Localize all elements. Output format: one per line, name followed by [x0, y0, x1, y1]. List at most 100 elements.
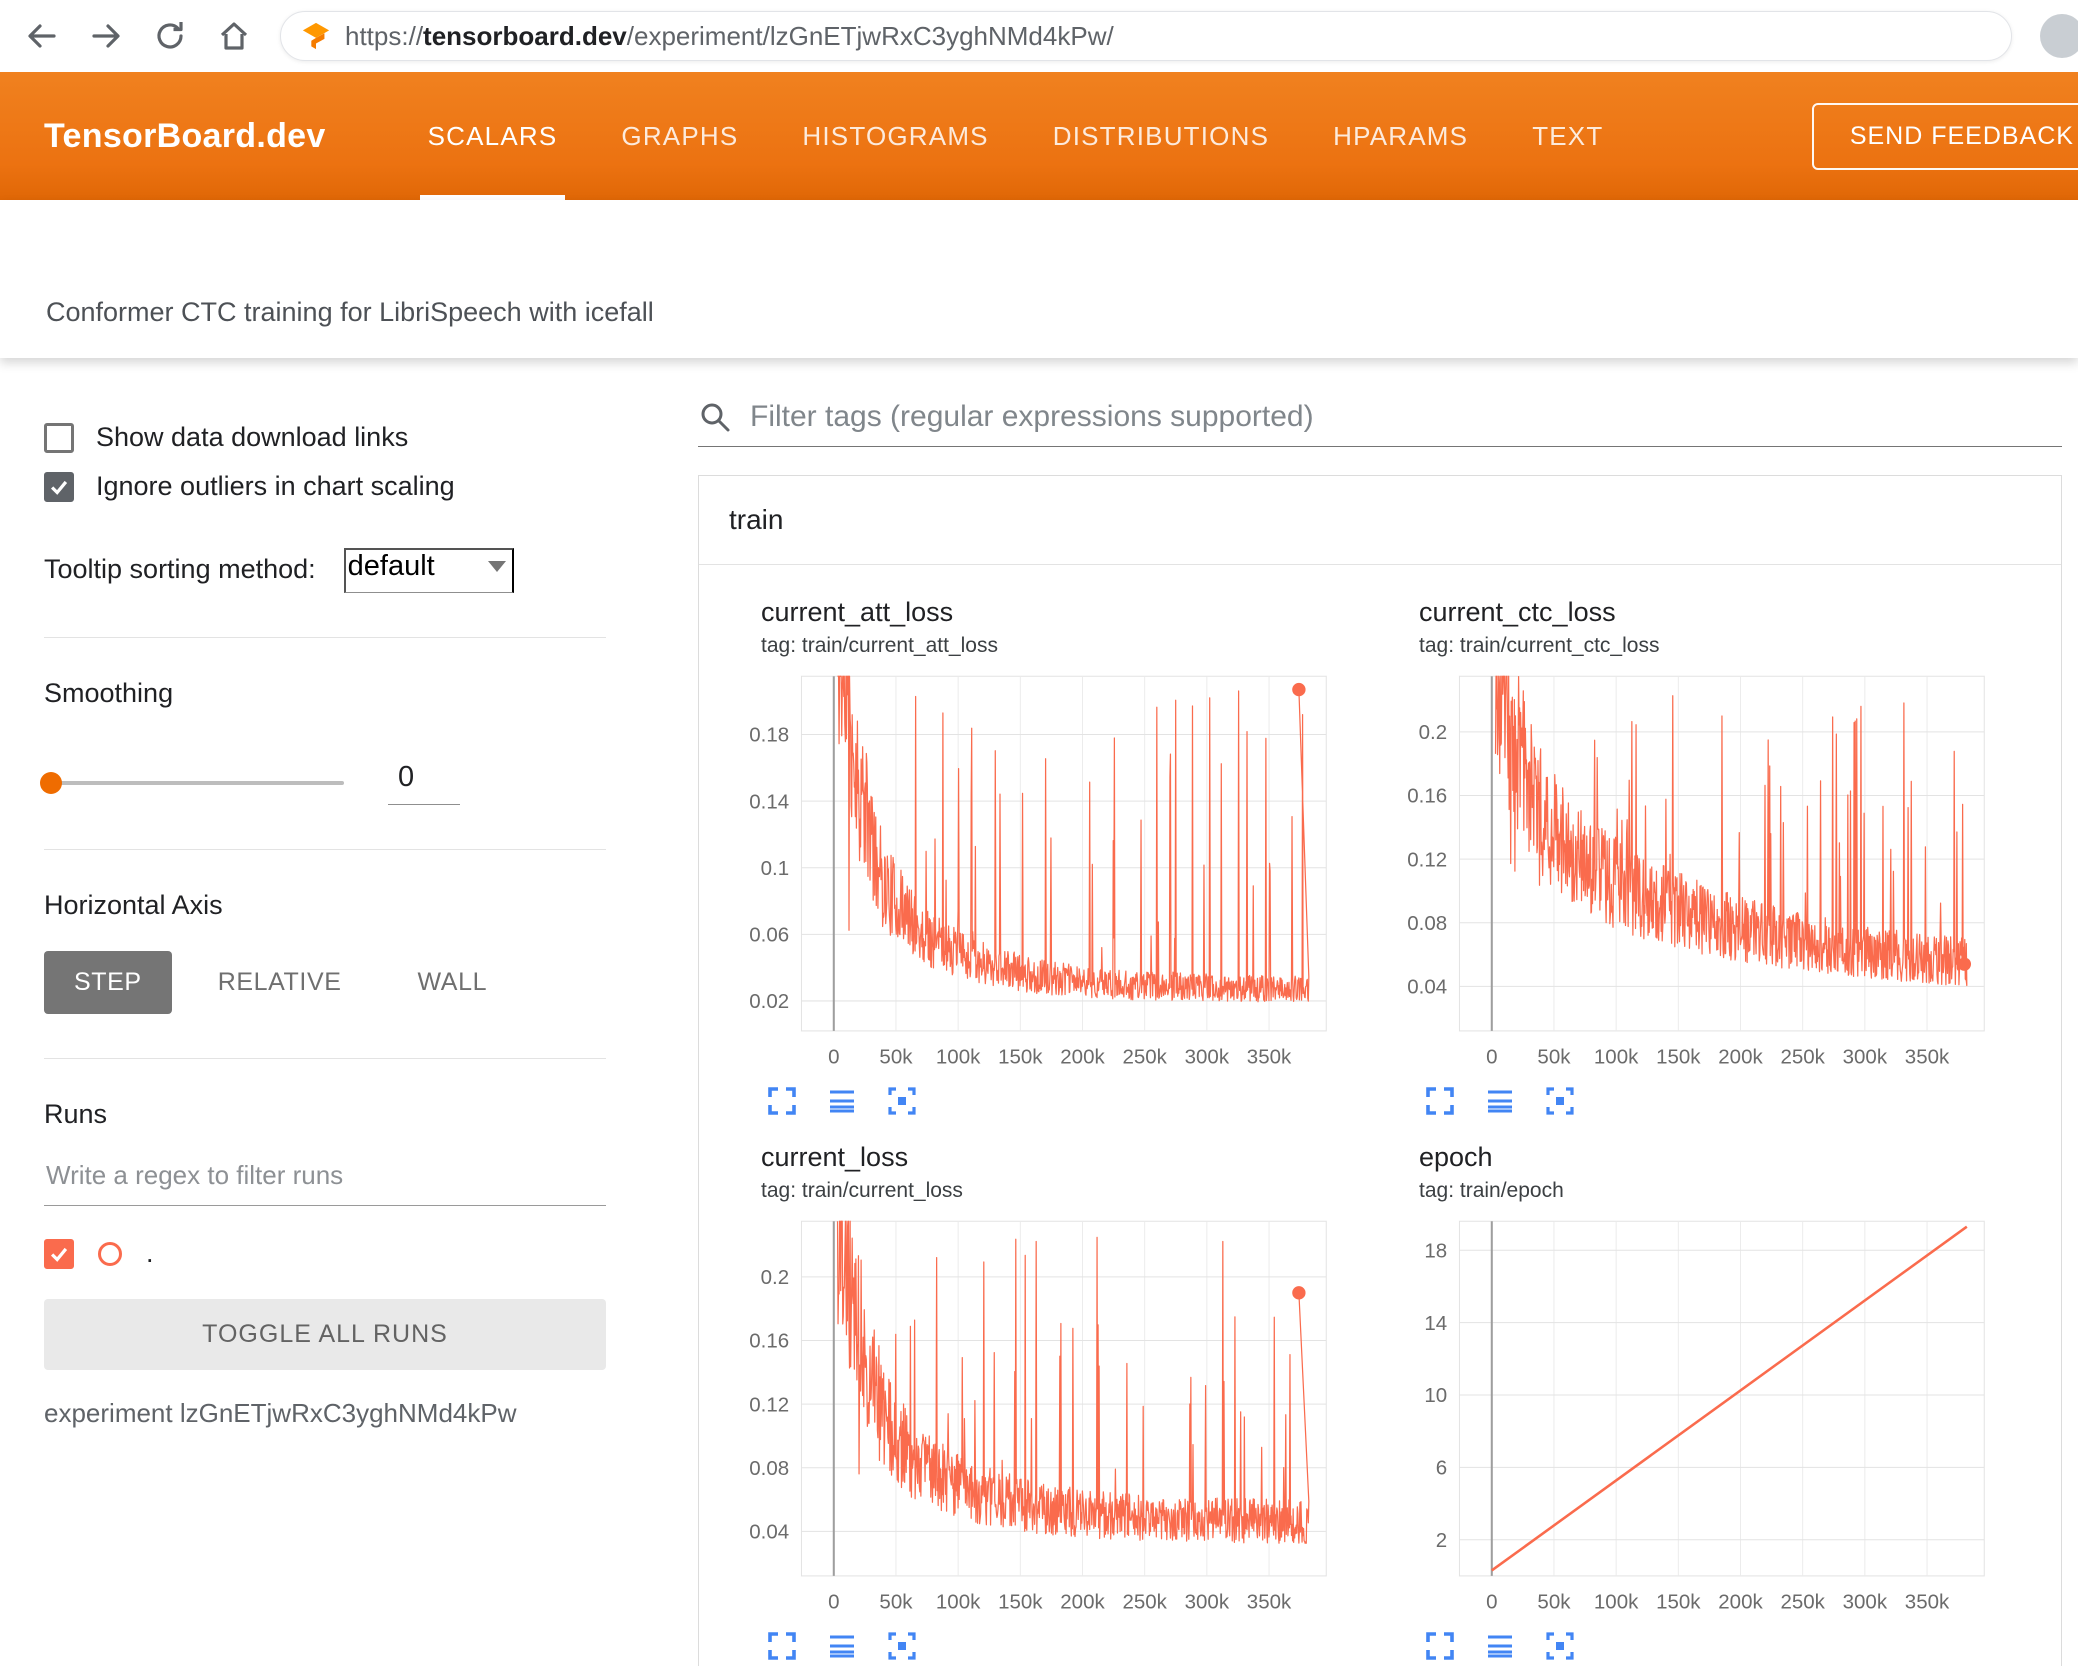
chart-toolbar [765, 1084, 1361, 1118]
tag-filter-row [698, 400, 2062, 447]
group-title[interactable]: train [699, 476, 2061, 565]
expand-chart-button[interactable] [765, 1084, 799, 1118]
smoothing-slider[interactable] [40, 772, 344, 794]
current-ctc-loss-chart[interactable]: 0 50k 100k 150k 200k 250k 300k 350k 0.04 0.08 0.12… [1379, 666, 1995, 1076]
svg-text:0: 0 [1486, 1046, 1497, 1069]
svg-text:0: 0 [828, 1046, 839, 1069]
svg-text:250k: 250k [1780, 1591, 1825, 1614]
svg-text:250k: 250k [1122, 1046, 1167, 1069]
tensorboard-favicon [302, 22, 330, 50]
url-bar[interactable]: https://tensorboard.dev/experiment/lzGnE… [280, 11, 2012, 61]
axis-relative-button[interactable]: RELATIVE [188, 951, 372, 1014]
browser-toolbar: https://tensorboard.dev/experiment/lzGnE… [0, 0, 2078, 72]
svg-text:300k: 300k [1843, 1591, 1888, 1614]
tooltip-sorting-value: default [347, 550, 435, 582]
log-scale-button[interactable] [1483, 1629, 1517, 1663]
svg-text:0.08: 0.08 [1407, 912, 1447, 935]
dashboard-main: train current_att_loss tag: train/curren… [648, 358, 2078, 1666]
send-feedback-button[interactable]: SEND FEEDBACK [1811, 102, 2078, 170]
chart-tag: tag: train/current_att_loss [761, 634, 998, 657]
svg-text:300k: 300k [1185, 1046, 1230, 1069]
svg-text:150k: 150k [998, 1591, 1043, 1614]
axis-step-button[interactable]: STEP [44, 951, 172, 1014]
smoothing-slider-thumb[interactable] [40, 772, 62, 794]
main-nav: SCALARS GRAPHS HISTOGRAMS DISTRIBUTIONS … [396, 72, 1636, 200]
show-download-label: Show data download links [96, 422, 409, 452]
svg-text:350k: 350k [1905, 1046, 1950, 1069]
svg-text:150k: 150k [1656, 1046, 1701, 1069]
tab-text[interactable]: TEXT [1500, 72, 1635, 200]
chart-tag: tag: train/epoch [1419, 1179, 1564, 1202]
svg-text:50k: 50k [1537, 1046, 1571, 1069]
tab-scalars[interactable]: SCALARS [396, 72, 590, 200]
log-scale-button[interactable] [825, 1084, 859, 1118]
expand-chart-button[interactable] [1423, 1084, 1457, 1118]
run-color-swatch[interactable] [98, 1241, 122, 1266]
chart-title: current_att_loss [761, 597, 954, 627]
log-scale-button[interactable] [1483, 1084, 1517, 1118]
run-name: . [146, 1238, 154, 1268]
tooltip-sorting-select[interactable]: default [343, 548, 514, 593]
tooltip-sorting-label: Tooltip sorting method: [44, 554, 316, 584]
current-att-loss-chart[interactable]: 0 50k 100k 150k 200k 250k 300k 350k 0.02 0.06 0.1 0… [721, 666, 1337, 1076]
expand-chart-button[interactable] [765, 1629, 799, 1663]
svg-text:50k: 50k [1537, 1591, 1571, 1614]
horizontal-axis-label: Horizontal Axis [44, 890, 223, 920]
axis-wall-button[interactable]: WALL [388, 951, 518, 1014]
train-group-card: train current_att_loss tag: train/curren… [698, 475, 2062, 1666]
runs-label: Runs [44, 1099, 108, 1129]
svg-text:0.16: 0.16 [749, 1330, 789, 1353]
home-button[interactable] [216, 18, 252, 54]
fit-domain-button[interactable] [1543, 1629, 1577, 1663]
checkmark-icon [50, 480, 68, 495]
tab-hparams[interactable]: HPARAMS [1301, 72, 1500, 200]
tab-histograms[interactable]: HISTOGRAMS [770, 72, 1020, 200]
tab-graphs[interactable]: GRAPHS [589, 72, 770, 200]
log-scale-button[interactable] [825, 1629, 859, 1663]
runs-filter-input[interactable] [44, 1160, 606, 1206]
show-download-checkbox[interactable] [44, 422, 74, 453]
avatar[interactable] [2040, 14, 2078, 58]
chart-toolbar [765, 1629, 1361, 1663]
smoothing-value[interactable]: 0 [388, 761, 461, 805]
ignore-outliers-checkbox[interactable] [44, 471, 74, 502]
home-icon [220, 22, 248, 50]
svg-text:0.04: 0.04 [1407, 976, 1447, 999]
svg-text:0.08: 0.08 [749, 1457, 789, 1480]
toggle-all-runs-button[interactable]: TOGGLE ALL RUNS [44, 1299, 606, 1370]
svg-text:200k: 200k [1718, 1046, 1763, 1069]
svg-text:200k: 200k [1060, 1591, 1105, 1614]
experiment-id-caption: experiment lzGnETjwRxC3yghNMd4kPw [44, 1398, 517, 1428]
forward-button[interactable] [88, 18, 124, 54]
run-checkbox[interactable] [44, 1238, 74, 1269]
current-loss-chart[interactable]: 0 50k 100k 150k 200k 250k 300k 350k 0.04 0.08 0.12… [721, 1211, 1337, 1621]
tab-distributions[interactable]: DISTRIBUTIONS [1021, 72, 1301, 200]
chart-tag: tag: train/current_ctc_loss [1419, 634, 1660, 657]
back-button[interactable] [24, 18, 60, 54]
refresh-button[interactable] [152, 18, 188, 54]
svg-text:300k: 300k [1185, 1591, 1230, 1614]
chart-block-current-ctc-loss: current_ctc_loss tag: train/current_ctc_… [1379, 597, 2019, 1118]
fit-domain-button[interactable] [885, 1084, 919, 1118]
svg-text:0.1: 0.1 [761, 857, 790, 880]
tag-filter-input[interactable] [750, 400, 2062, 434]
fit-domain-button[interactable] [885, 1629, 919, 1663]
epoch-chart[interactable]: 0 50k 100k 150k 200k 250k 300k 350k 2 6 10 14 18 [1379, 1211, 1995, 1621]
svg-text:350k: 350k [1247, 1591, 1292, 1614]
svg-text:200k: 200k [1718, 1591, 1763, 1614]
content: Show data download links Ignore outliers… [0, 358, 2078, 1666]
log-scale-icon [1488, 1090, 1512, 1113]
divider [44, 849, 606, 850]
svg-text:150k: 150k [1656, 1591, 1701, 1614]
svg-text:350k: 350k [1905, 1591, 1950, 1614]
expand-icon [1426, 1632, 1454, 1660]
svg-text:50k: 50k [879, 1046, 913, 1069]
horizontal-axis-buttons: STEP RELATIVE WALL [44, 951, 606, 1014]
svg-text:100k: 100k [1594, 1046, 1639, 1069]
svg-text:18: 18 [1424, 1239, 1447, 1262]
fit-domain-button[interactable] [1543, 1084, 1577, 1118]
expand-icon [768, 1087, 796, 1115]
svg-text:0.04: 0.04 [749, 1521, 789, 1544]
expand-chart-button[interactable] [1423, 1629, 1457, 1663]
chart-tag: tag: train/current_loss [761, 1179, 963, 1202]
